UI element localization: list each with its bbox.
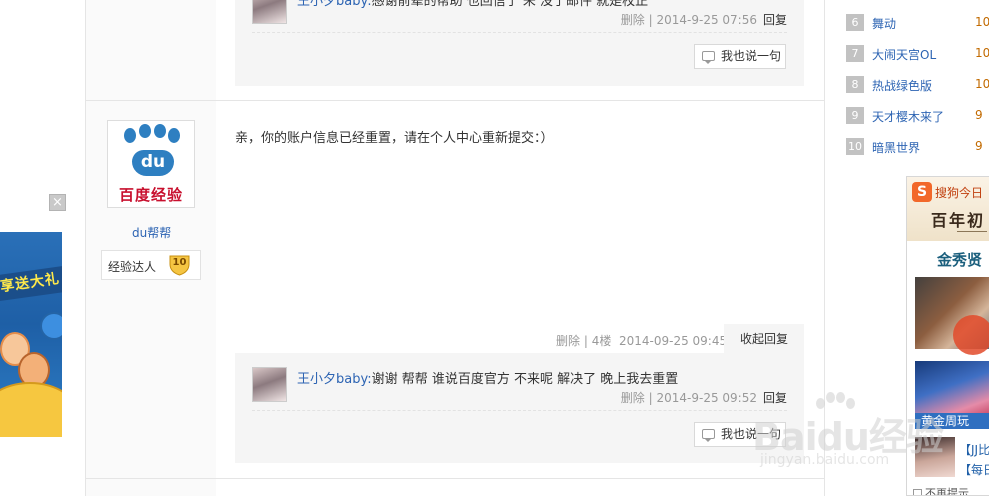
rank-count: 9 xyxy=(975,108,983,122)
level-badge-box: 经验达人 10 xyxy=(101,250,201,280)
reply-text: 王小夕baby:感谢前辈的帮助 也回信了 未 没了邮件 就是校正 xyxy=(297,0,648,9)
reply-author-link[interactable]: 王小夕baby: xyxy=(297,0,372,9)
rank-count: 10 xyxy=(975,15,989,29)
paw-icon xyxy=(139,124,151,138)
ad-rule xyxy=(957,231,987,232)
ad-title: 搜狗今日 xyxy=(935,186,984,200)
logo-text: du xyxy=(132,150,174,176)
comment-bubble-icon xyxy=(702,429,715,442)
post-divider xyxy=(86,100,824,101)
ad-planet-icon xyxy=(40,312,62,340)
level-shield-icon: 10 xyxy=(168,254,191,276)
delete-link[interactable]: 删除 xyxy=(621,13,645,27)
comment-bubble-icon xyxy=(702,51,715,64)
rank-number: 7 xyxy=(846,45,864,62)
say-something-button[interactable]: 我也说一句 xyxy=(694,422,786,447)
reply-time: 2014-9-25 07:56 xyxy=(656,13,757,27)
page: × 享送大礼 王小夕baby:感谢前辈的帮助 也回信了 未 没了邮件 就是校正 … xyxy=(0,0,989,496)
level-number: 10 xyxy=(172,257,187,268)
ranking-item[interactable]: 10 暗黑世界 9 xyxy=(846,137,989,157)
ad-news-link[interactable]: 【JJ比 xyxy=(959,441,989,458)
say-something-button[interactable]: 我也说一句 xyxy=(694,44,786,69)
rank-number: 9 xyxy=(846,107,864,124)
reply-content: 谢谢 帮帮 谁说百度官方 不来呢 解决了 晚上我去重置 xyxy=(371,372,679,387)
ad-moon-icon xyxy=(0,382,62,437)
reply-box: 王小夕baby:感谢前辈的帮助 也回信了 未 没了邮件 就是校正 删除 | 20… xyxy=(235,0,804,86)
reply-item: 王小夕baby:感谢前辈的帮助 也回信了 未 没了邮件 就是校正 删除 | 20… xyxy=(252,0,787,33)
left-floating-ad[interactable]: 享送大礼 xyxy=(0,232,62,437)
reply-time: 2014-9-25 09:52 xyxy=(656,391,757,405)
say-something-label: 我也说一句 xyxy=(721,49,782,63)
floor-number: 4楼 xyxy=(591,334,612,348)
avatar[interactable] xyxy=(252,0,287,24)
say-something-label: 我也说一句 xyxy=(721,427,782,441)
sogou-ad-panel[interactable]: S 搜狗今日 百年初 金秀贤 黄金周玩 【JJ比 【每日 不再提示 xyxy=(906,176,989,496)
post-divider xyxy=(86,478,824,479)
post-content: 亲，你的账户信息已经重置，请在个人中心重新提交：） xyxy=(235,131,554,146)
ranking-item[interactable]: 8 热战绿色版 10 xyxy=(846,75,989,95)
ranking-item[interactable]: 6 舞动 10 xyxy=(846,13,989,33)
delete-link[interactable]: 删除 xyxy=(621,391,645,405)
reply-content: 感谢前辈的帮助 也回信了 未 没了邮件 就是校正 xyxy=(371,0,649,9)
collapse-replies-button[interactable]: 收起回复 xyxy=(724,324,804,354)
ad-photo-caption[interactable]: 黄金周玩 xyxy=(915,413,989,429)
paw-icon xyxy=(154,124,166,138)
delete-link[interactable]: 删除 xyxy=(556,334,580,348)
ad-header: S 搜狗今日 百年初 xyxy=(907,177,989,241)
rank-game-link[interactable]: 热战绿色版 xyxy=(872,77,932,94)
ad-news-link[interactable]: 【每日 xyxy=(959,461,989,478)
avatar[interactable] xyxy=(252,367,287,402)
checkbox-icon[interactable] xyxy=(913,489,922,495)
level-label: 经验达人 xyxy=(108,260,157,274)
rank-game-link[interactable]: 舞动 xyxy=(872,15,896,32)
post-time: 2014-09-25 09:45 xyxy=(618,334,728,348)
sogou-logo-icon: S xyxy=(912,182,932,202)
rank-number: 6 xyxy=(846,14,864,31)
rank-count: 10 xyxy=(975,77,989,91)
reply-link[interactable]: 回复 xyxy=(763,13,787,27)
ad-calligraphy: 百年初 xyxy=(931,211,986,230)
ad-close-icon[interactable]: × xyxy=(49,194,66,211)
reply-box: 王小夕baby:谢谢 帮帮 谁说百度官方 不来呢 解决了 晚上我去重置 删除 |… xyxy=(235,353,804,463)
rank-count: 9 xyxy=(975,139,983,153)
reply-item: 王小夕baby:谢谢 帮帮 谁说百度官方 不来呢 解决了 晚上我去重置 删除 |… xyxy=(252,367,787,411)
rank-game-link[interactable]: 暗黑世界 xyxy=(872,139,920,156)
rank-game-link[interactable]: 天才樱木来了 xyxy=(872,108,944,125)
reply-meta: 删除 | 2014-9-25 07:56 回复 xyxy=(620,13,787,27)
rank-count: 10 xyxy=(975,46,989,60)
paw-icon xyxy=(124,128,136,143)
rank-number: 10 xyxy=(846,138,864,155)
ranking-item[interactable]: 9 天才樱木来了 9 xyxy=(846,106,989,126)
user-name-link[interactable]: du帮帮 xyxy=(132,224,171,241)
reply-link[interactable]: 回复 xyxy=(763,391,787,405)
rank-game-link[interactable]: 大闹天宫OL xyxy=(872,46,936,63)
avatar[interactable]: du 百度经验 xyxy=(107,120,195,208)
reply-author-link[interactable]: 王小夕baby: xyxy=(297,372,372,387)
no-remind-checkbox[interactable]: 不再提示 xyxy=(913,485,969,496)
rank-number: 8 xyxy=(846,76,864,93)
ranking-item[interactable]: 7 大闹天宫OL 10 xyxy=(846,44,989,64)
logo-caption: 百度经验 xyxy=(118,186,183,204)
reply-text: 王小夕baby:谢谢 帮帮 谁说百度官方 不来呢 解决了 晚上我去重置 xyxy=(297,368,678,387)
paw-icon xyxy=(168,128,180,143)
reply-meta: 删除 | 2014-9-25 09:52 回复 xyxy=(620,391,787,405)
ad-thumbnail[interactable] xyxy=(915,437,955,477)
post-meta: 删除 | 4楼 2014-09-25 09:45 xyxy=(556,334,728,348)
ad-photo[interactable] xyxy=(915,277,989,355)
ad-subtitle-link[interactable]: 金秀贤 xyxy=(937,249,982,270)
no-remind-label: 不再提示 xyxy=(925,487,969,496)
